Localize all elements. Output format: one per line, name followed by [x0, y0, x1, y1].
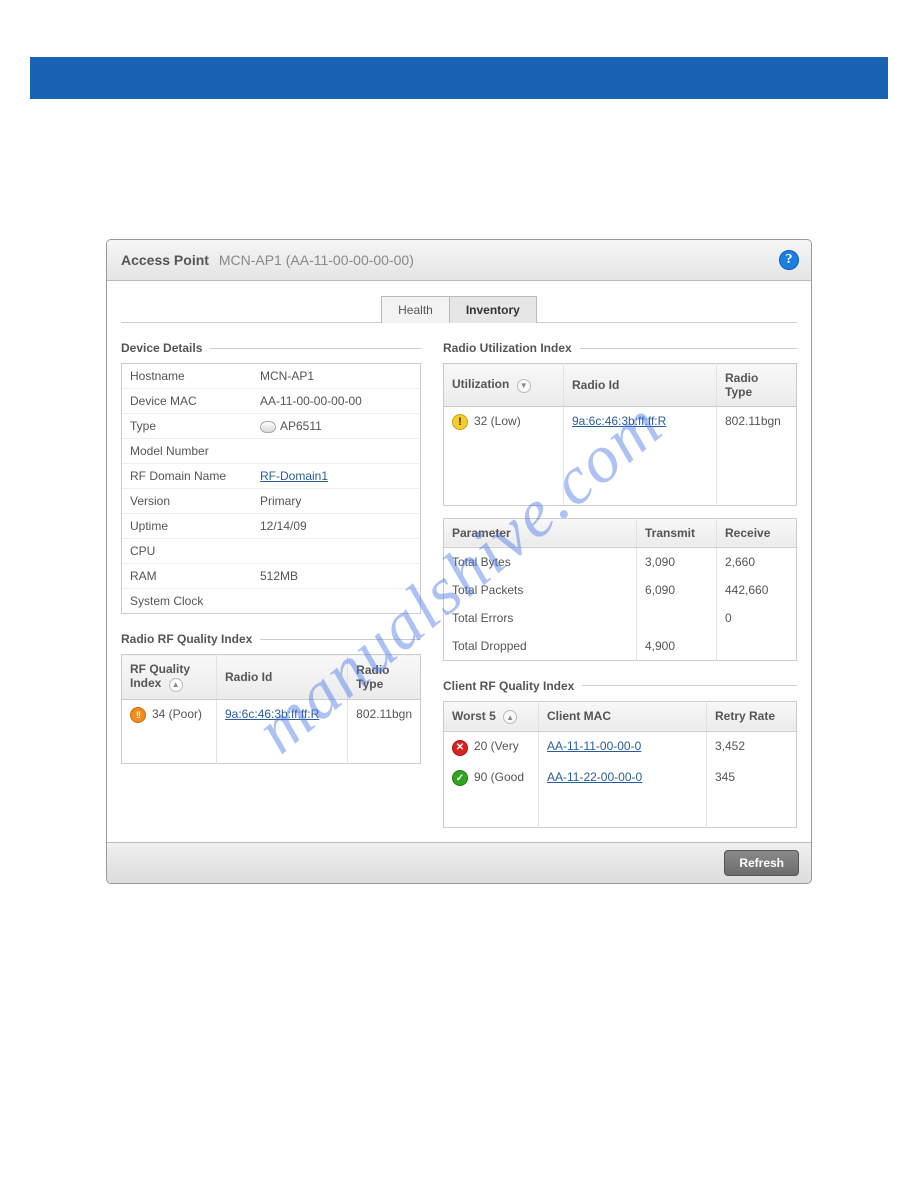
- sort-asc-icon[interactable]: ▲: [503, 710, 517, 724]
- col-client-mac[interactable]: Client MAC: [539, 701, 707, 732]
- section-title-text: Client RF Quality Index: [443, 679, 574, 693]
- table-row[interactable]: 34 (Poor) 9a:6c:46:3b:ff:ff:R 802.11bgn: [122, 699, 421, 730]
- col-retry-rate[interactable]: Retry Rate: [707, 701, 797, 732]
- col-radio-type[interactable]: Radio Type: [717, 364, 797, 407]
- value-uptime: 12/14/09: [252, 513, 420, 538]
- col-rf-index[interactable]: RF Quality Index ▲: [122, 655, 217, 700]
- section-radio-rf-quality: Radio RF Quality Index: [121, 632, 421, 646]
- table-row: Total Packets6,090442,660: [444, 576, 797, 604]
- sort-asc-icon[interactable]: ▲: [169, 678, 183, 692]
- col-worst5[interactable]: Worst 5 ▲: [444, 701, 539, 732]
- client-mac-link[interactable]: AA-11-22-00-00-0: [539, 763, 707, 794]
- panel-header: Access Point MCN-AP1 (AA-11-00-00-00-00)…: [107, 240, 811, 281]
- table-row: Total Dropped4,900: [444, 632, 797, 661]
- parameter-table: Parameter Transmit Receive Total Bytes3,…: [443, 518, 797, 661]
- status-poor-icon: [130, 707, 146, 723]
- rf-quality-table: RF Quality Index ▲ Radio Id Radio Type 3…: [121, 654, 421, 764]
- top-banner: [30, 57, 888, 99]
- panel-title: Access Point: [121, 252, 209, 268]
- value-version: Primary: [252, 488, 420, 513]
- col-utilization[interactable]: Utilization ▼: [444, 364, 564, 407]
- label-clock: System Clock: [122, 588, 252, 613]
- radio-id-link[interactable]: 9a:6c:46:3b:ff:ff:R: [564, 407, 717, 438]
- col-parameter[interactable]: Parameter: [444, 518, 637, 547]
- value-model: [252, 438, 420, 463]
- col-receive[interactable]: Receive: [717, 518, 797, 547]
- value-mac: AA-11-00-00-00-00: [252, 388, 420, 413]
- tab-health[interactable]: Health: [381, 296, 450, 323]
- section-title-text: Device Details: [121, 341, 202, 355]
- panel-footer: Refresh: [107, 842, 811, 883]
- col-radio-id[interactable]: Radio Id: [217, 655, 348, 700]
- value-cpu: [252, 538, 420, 563]
- client-rf-quality-table: Worst 5 ▲ Client MAC Retry Rate 20 (Very…: [443, 701, 797, 828]
- label-mac: Device MAC: [122, 388, 252, 413]
- ap-icon: [260, 421, 276, 433]
- value-hostname: MCN-AP1: [252, 364, 420, 388]
- value-type: AP6511: [252, 413, 420, 438]
- table-row[interactable]: 32 (Low) 9a:6c:46:3b:ff:ff:R 802.11bgn: [444, 407, 797, 438]
- table-row[interactable]: 20 (Very AA-11-11-00-00-0 3,452: [444, 732, 797, 763]
- table-row: Total Errors0: [444, 604, 797, 632]
- status-good-icon: [452, 770, 468, 786]
- section-client-rf-quality: Client RF Quality Index: [443, 679, 797, 693]
- col-radio-type[interactable]: Radio Type: [348, 655, 421, 700]
- access-point-panel: Access Point MCN-AP1 (AA-11-00-00-00-00)…: [106, 239, 812, 884]
- label-type: Type: [122, 413, 252, 438]
- client-mac-link[interactable]: AA-11-11-00-00-0: [539, 732, 707, 763]
- section-device-details: Device Details: [121, 341, 421, 355]
- label-uptime: Uptime: [122, 513, 252, 538]
- label-hostname: Hostname: [122, 364, 252, 388]
- device-details-table: HostnameMCN-AP1 Device MACAA-11-00-00-00…: [121, 363, 421, 614]
- section-title-text: Radio Utilization Index: [443, 341, 572, 355]
- section-radio-utilization: Radio Utilization Index: [443, 341, 797, 355]
- col-radio-id[interactable]: Radio Id: [564, 364, 717, 407]
- label-model: Model Number: [122, 438, 252, 463]
- label-version: Version: [122, 488, 252, 513]
- label-ram: RAM: [122, 563, 252, 588]
- sort-desc-icon[interactable]: ▼: [517, 379, 531, 393]
- radio-id-link[interactable]: 9a:6c:46:3b:ff:ff:R: [217, 699, 348, 730]
- label-cpu: CPU: [122, 538, 252, 563]
- section-title-text: Radio RF Quality Index: [121, 632, 252, 646]
- refresh-button[interactable]: Refresh: [724, 850, 799, 876]
- value-ram: 512MB: [252, 563, 420, 588]
- table-row[interactable]: 90 (Good AA-11-22-00-00-0 345: [444, 763, 797, 794]
- status-low-icon: [452, 414, 468, 430]
- tab-inventory[interactable]: Inventory: [450, 296, 537, 323]
- value-rfdomain[interactable]: RF-Domain1: [252, 463, 420, 488]
- table-row: Total Bytes3,0902,660: [444, 547, 797, 576]
- tab-bar: Health Inventory: [121, 295, 797, 323]
- radio-util-table: Utilization ▼ Radio Id Radio Type 32 (Lo…: [443, 363, 797, 506]
- panel-subtitle: MCN-AP1 (AA-11-00-00-00-00): [219, 252, 414, 268]
- help-icon[interactable]: ?: [779, 250, 799, 270]
- value-clock: [252, 588, 420, 613]
- col-transmit[interactable]: Transmit: [637, 518, 717, 547]
- label-rfdomain: RF Domain Name: [122, 463, 252, 488]
- status-bad-icon: [452, 740, 468, 756]
